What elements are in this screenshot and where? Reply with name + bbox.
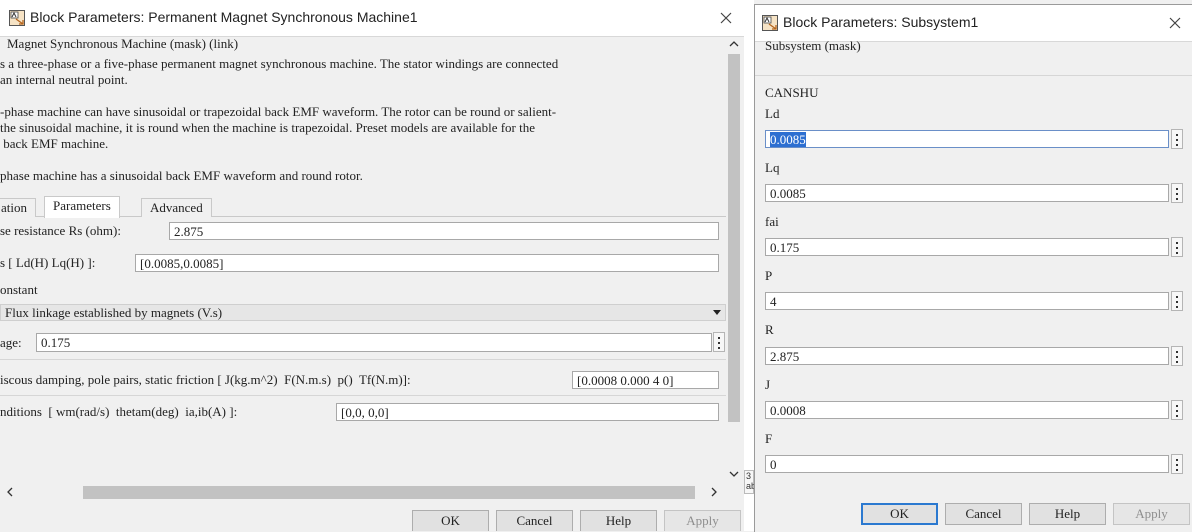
description-line: s a three-phase or a five-phase permanen… [0,56,559,71]
param-input-p[interactable]: 4 [765,292,1169,310]
inductances-input[interactable]: [0.0085,0.0085] [135,254,719,272]
block-type-header: Subsystem (mask) [765,38,861,53]
more-options-icon[interactable] [1171,129,1183,149]
close-icon[interactable] [1165,13,1185,33]
cancel-button[interactable]: Cancel [945,503,1022,525]
flux-linkage-label: age: [0,335,22,350]
param-label-p: P [765,268,773,283]
param-input-ld[interactable]: 0.0085 [765,130,1169,148]
stator-resistance-input[interactable]: 2.875 [169,222,719,240]
divider [0,395,726,396]
fragment-text: 3 [746,471,752,481]
inductances-label: s [ Ld(H) Lq(H) ]: [0,255,96,270]
inertia-friction-label: iscous damping, pole pairs, static frict… [0,372,411,387]
param-input-f[interactable]: 0 [765,455,1169,473]
description-line: phase machine has a sinusoidal back EMF … [0,168,363,183]
description-line: the sinusoidal machine, it is round when… [0,120,535,135]
horizontal-scrollbar-thumb[interactable] [83,486,695,499]
fragment-text: ab [746,481,757,491]
param-label-lq: Lq [765,160,780,175]
scroll-up-icon[interactable] [729,40,739,47]
more-options-icon[interactable] [713,332,725,352]
window-title: Block Parameters: Subsystem1 [783,14,979,30]
more-options-icon[interactable] [1171,237,1183,257]
selected-value: 0.0085 [770,132,806,147]
param-label-r: R [765,322,774,337]
ok-button[interactable]: OK [861,503,938,525]
more-options-icon[interactable] [1171,400,1183,420]
machine-constant-label: onstant [0,282,38,297]
param-input-r[interactable]: 2.875 [765,347,1169,365]
inertia-friction-input[interactable]: [0.0008 0.000 4 0] [572,371,719,389]
scroll-right-icon[interactable] [711,487,718,497]
simulink-block-icon [9,10,25,26]
cancel-button[interactable]: Cancel [496,510,573,531]
chevron-down-icon [713,310,721,315]
param-input-j[interactable]: 0.0008 [765,401,1169,419]
stator-resistance-label: se resistance Rs (ohm): [0,223,121,238]
window-title: Block Parameters: Permanent Magnet Synch… [30,9,418,25]
more-options-icon[interactable] [1171,454,1183,474]
param-label-j: J [765,377,771,392]
divider [0,359,726,360]
param-label-f: F [765,431,773,446]
description-line: back EMF machine. [0,136,109,151]
background-gap [744,0,754,531]
more-options-icon[interactable] [1171,183,1183,203]
description-line: an internal neutral point. [0,72,128,87]
scroll-down-icon[interactable] [729,471,739,478]
param-label-fai: fai [765,214,779,229]
help-button[interactable]: Help [580,510,657,531]
background-window-fragment: 3 ab [744,470,757,494]
scroll-left-icon[interactable] [6,487,13,497]
param-input-lq[interactable]: 0.0085 [765,184,1169,202]
flux-linkage-input[interactable]: 0.175 [36,333,712,352]
vertical-scrollbar-thumb[interactable] [728,54,740,422]
divider [755,75,1192,76]
tab-parameters[interactable]: Parameters [44,196,120,218]
close-icon[interactable] [716,8,736,28]
help-button[interactable]: Help [1029,503,1106,525]
pmsm-block-parameters-dialog: Block Parameters: Permanent Magnet Synch… [0,0,745,531]
param-input-fai[interactable]: 0.175 [765,238,1169,256]
apply-button[interactable]: Apply [664,510,741,531]
description-line: -phase machine can have sinusoidal or tr… [0,104,557,119]
initial-conditions-input[interactable]: [0,0, 0,0] [336,403,719,421]
ok-button[interactable]: OK [412,510,489,531]
title-bar[interactable]: Block Parameters: Permanent Magnet Synch… [0,0,744,37]
flux-linkage-select[interactable]: Flux linkage established by magnets (V.s… [0,304,726,321]
apply-button[interactable]: Apply [1113,503,1190,525]
param-label-ld: Ld [765,106,780,121]
more-options-icon[interactable] [1171,346,1183,366]
block-type-header: Magnet Synchronous Machine (mask) (link) [7,36,239,51]
tab-configuration[interactable]: ation [0,198,36,217]
flux-linkage-select-value: Flux linkage established by magnets (V.s… [5,305,223,320]
parameter-group-label: CANSHU [765,85,819,100]
title-bar[interactable]: Block Parameters: Subsystem1 [755,5,1192,42]
subsystem-block-parameters-dialog: Block Parameters: Subsystem1 Subsystem (… [754,4,1192,532]
more-options-icon[interactable] [1171,291,1183,311]
simulink-block-icon [762,15,778,31]
tab-advanced[interactable]: Advanced [141,198,212,217]
initial-conditions-label: nditions [ wm(rad/s) thetam(deg) ia,ib(A… [0,404,238,419]
